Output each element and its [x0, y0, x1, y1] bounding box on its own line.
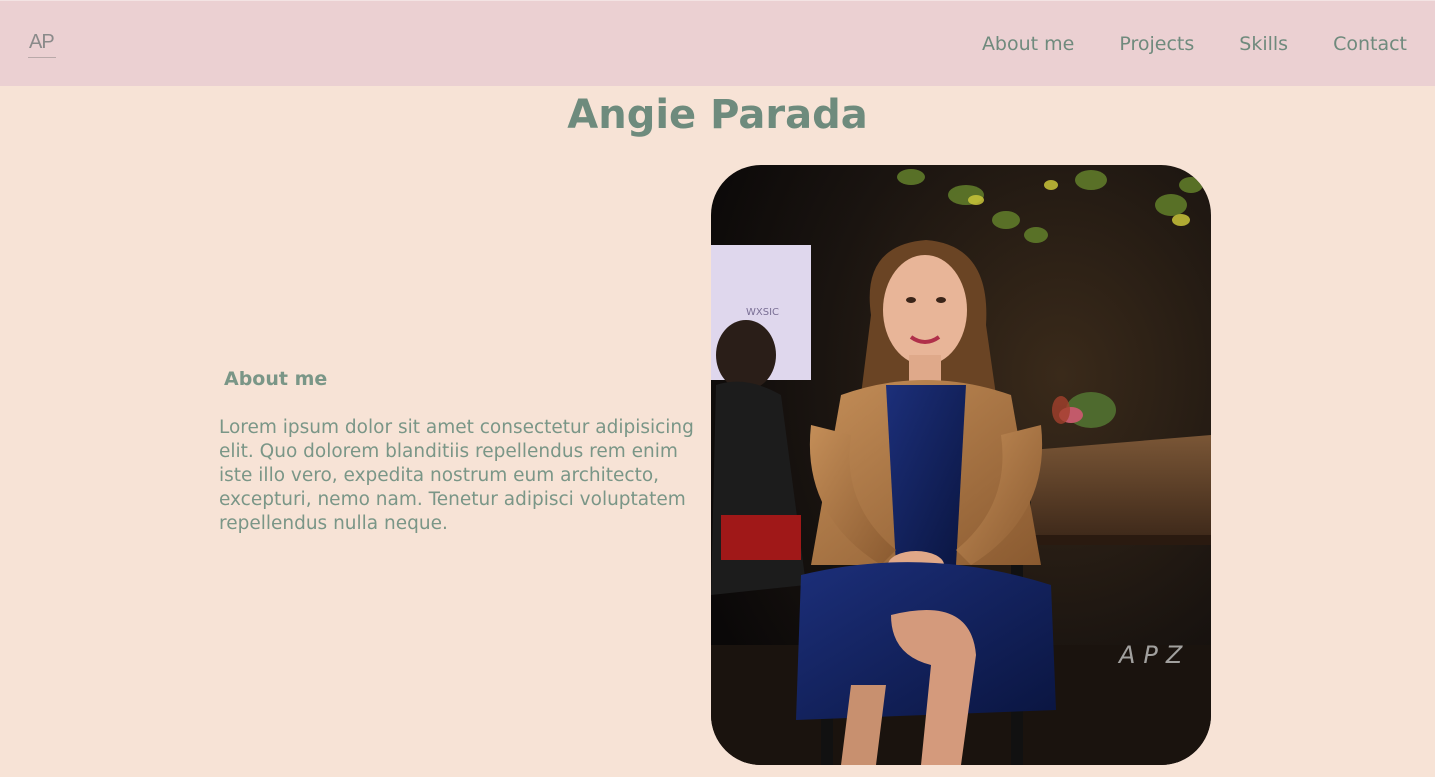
about-paragraph: Lorem ipsum dolor sit amet consectetur a… — [219, 417, 694, 534]
logo-underline — [28, 57, 56, 58]
nav-link-about-me[interactable]: About me — [982, 32, 1074, 56]
logo-text: AP — [29, 31, 55, 53]
nav-link-skills[interactable]: Skills — [1239, 32, 1288, 56]
nav-link-projects[interactable]: Projects — [1119, 32, 1194, 56]
photo-watermark: APZ — [1117, 641, 1190, 669]
profile-photo: WXSIC APZ — [711, 165, 1211, 765]
site-logo[interactable]: AP — [27, 31, 59, 63]
page-title: Angie Parada — [567, 92, 868, 138]
svg-text:WXSIC: WXSIC — [746, 307, 779, 318]
top-navigation-bar: AP About me Projects Skills Contact — [0, 0, 1435, 86]
nav-link-contact[interactable]: Contact — [1333, 32, 1407, 56]
main-nav: About me Projects Skills Contact — [982, 32, 1407, 56]
about-heading: About me — [224, 368, 328, 390]
